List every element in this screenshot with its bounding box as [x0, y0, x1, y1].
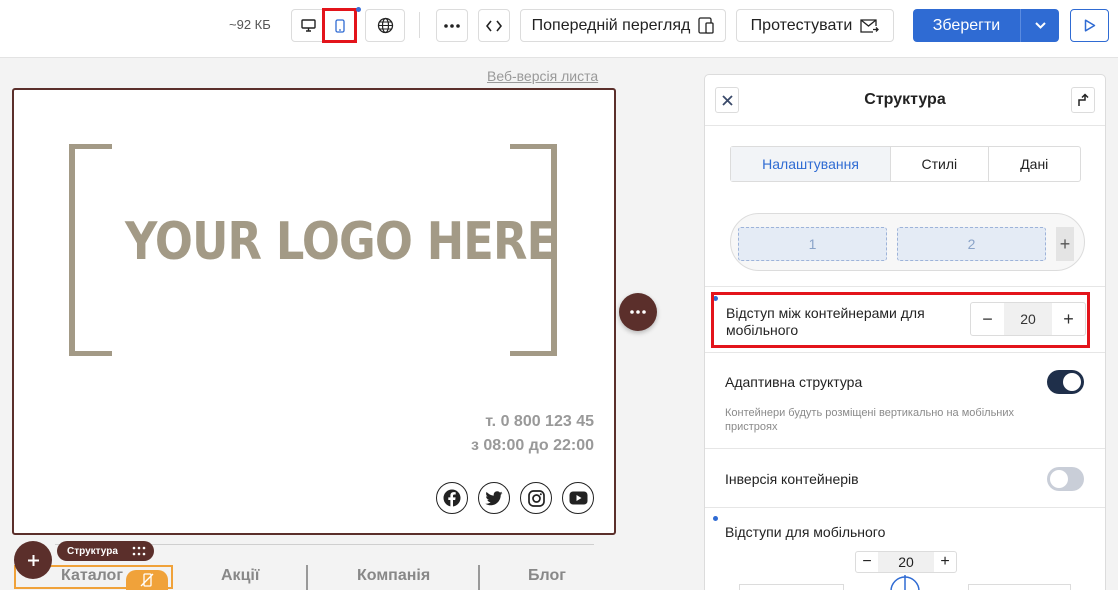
working-hours: з 08:00 до 22:00 — [470, 437, 594, 454]
mobile-gap-label: Відступ між контейнерами для мобільного — [726, 305, 925, 338]
add-container-button[interactable]: + — [1056, 227, 1074, 261]
play-icon — [1084, 19, 1095, 32]
panel-tabs: Налаштування Стилі Дані — [730, 146, 1081, 182]
chevron-down-icon — [1034, 22, 1046, 29]
adaptive-structure-toggle[interactable] — [1047, 370, 1084, 394]
container-2[interactable]: 2 — [897, 227, 1046, 261]
social-icons — [436, 482, 594, 514]
increase-button[interactable]: + — [1052, 303, 1085, 335]
mobile-gap-value[interactable]: 20 — [1004, 303, 1052, 335]
divider — [705, 507, 1105, 508]
logo-image[interactable]: YOUR LOGO HERE — [69, 144, 559, 356]
save-button[interactable]: Зберегти — [913, 9, 1021, 42]
code-icon — [486, 20, 502, 31]
divider — [705, 286, 1105, 287]
tab-styles[interactable]: Стилі — [891, 147, 989, 181]
drag-handle-icon[interactable] — [132, 545, 146, 557]
structure-tag[interactable]: Структура — [57, 541, 154, 561]
test-label: Протестувати — [750, 16, 853, 34]
top-toolbar: ~92 КБ Попередній перегляд Протестувати … — [0, 0, 1118, 58]
more-button[interactable] — [436, 9, 468, 42]
arrow-up-parent-icon — [1078, 93, 1089, 106]
ellipsis-icon — [630, 310, 646, 314]
mobile-padding-top-value[interactable]: 20 — [878, 552, 934, 572]
menu-item-company[interactable]: Компанія — [357, 567, 430, 585]
mobile-padding-top-stepper: − 20 + — [855, 551, 957, 573]
divider — [705, 448, 1105, 449]
menu-separator — [306, 565, 308, 590]
navigation-menu: Каталог Акції Компанія Блог — [14, 565, 614, 590]
decrease-button[interactable]: − — [856, 552, 878, 572]
decrease-button[interactable]: − — [971, 303, 1004, 335]
menu-item-blog[interactable]: Блог — [528, 567, 566, 585]
instagram-link[interactable] — [520, 482, 552, 514]
toggle-knob — [1063, 373, 1081, 391]
padding-diagram-icon — [890, 575, 920, 590]
tab-settings[interactable]: Налаштування — [731, 147, 892, 181]
container-inversion-label: Інверсія контейнерів — [725, 471, 859, 487]
youtube-icon — [569, 491, 587, 505]
adaptive-structure-label: Адаптивна структура — [725, 374, 863, 390]
twitter-icon — [485, 490, 503, 505]
preview-button[interactable]: Попередній перегляд — [520, 9, 726, 42]
increase-button[interactable]: + — [934, 552, 956, 572]
structure-tag-label: Структура — [67, 545, 118, 557]
preview-device-icon — [698, 17, 714, 34]
email-structure-block[interactable]: YOUR LOGO HERE т. 0 800 123 45 з 08:00 д… — [12, 88, 616, 535]
mobile-gap-stepper: − 20 + — [970, 302, 1086, 336]
save-button-group: Зберегти — [913, 9, 1059, 42]
phone-number: т. 0 800 123 45 — [485, 413, 594, 430]
globe-icon — [377, 17, 393, 34]
mobile-padding-right-stepper[interactable] — [968, 584, 1071, 590]
notification-dot — [356, 7, 361, 12]
twitter-link[interactable] — [478, 482, 510, 514]
youtube-link[interactable] — [562, 482, 594, 514]
changed-indicator — [713, 516, 718, 521]
code-button[interactable] — [478, 9, 510, 42]
toolbar-divider — [419, 12, 420, 38]
container-inversion-toggle[interactable] — [1047, 467, 1084, 491]
panel-header: Структура — [705, 75, 1105, 126]
block-actions-button[interactable] — [619, 293, 657, 331]
mobile-gap-setting: Відступ між контейнерами для мобільного … — [711, 292, 1090, 348]
device-switcher — [291, 8, 357, 43]
plus-icon — [27, 554, 39, 566]
mobile-icon — [334, 18, 345, 33]
send-mail-icon — [860, 18, 880, 33]
message-size: ~92 КБ — [229, 17, 271, 32]
mobile-view-button[interactable] — [322, 8, 357, 43]
desktop-view-button[interactable] — [293, 10, 324, 41]
add-block-button[interactable] — [14, 541, 52, 579]
menu-separator — [478, 565, 480, 590]
mobile-padding-label: Відступи для мобільного — [725, 524, 886, 540]
contact-info: т. 0 800 123 45 з 08:00 до 22:00 — [471, 410, 594, 458]
language-button[interactable] — [365, 9, 405, 42]
toggle-knob — [1050, 470, 1068, 488]
hide-on-mobile-badge[interactable] — [126, 570, 168, 590]
test-button[interactable]: Протестувати — [736, 9, 894, 42]
preview-label: Попередній перегляд — [531, 16, 691, 34]
mobile-hidden-icon — [140, 573, 154, 587]
tab-data[interactable]: Дані — [989, 147, 1080, 181]
facebook-link[interactable] — [436, 482, 468, 514]
ellipsis-icon — [444, 23, 460, 28]
instagram-icon — [527, 489, 545, 507]
menu-item-catalog[interactable]: Каталог — [61, 567, 123, 585]
logo-text: YOUR LOGO HERE — [125, 212, 557, 272]
mobile-padding-left-stepper[interactable] — [739, 584, 844, 590]
run-button[interactable] — [1070, 9, 1109, 42]
container-1[interactable]: 1 — [738, 227, 887, 261]
adaptive-structure-hint: Контейнери будуть розміщені вертикально … — [725, 407, 1015, 433]
facebook-icon — [443, 489, 461, 507]
containers-preview: 1 2 + — [730, 213, 1085, 271]
web-version-link[interactable]: Веб-версія листа — [487, 68, 598, 84]
panel-title: Структура — [864, 91, 946, 108]
desktop-icon — [301, 19, 316, 32]
structure-settings-panel: Структура Налаштування Стилі Дані 1 2 + … — [704, 74, 1106, 590]
divider — [705, 352, 1105, 353]
save-options-button[interactable] — [1021, 9, 1059, 42]
menu-item-promotions[interactable]: Акції — [221, 567, 259, 585]
select-parent-button[interactable] — [1071, 87, 1095, 113]
